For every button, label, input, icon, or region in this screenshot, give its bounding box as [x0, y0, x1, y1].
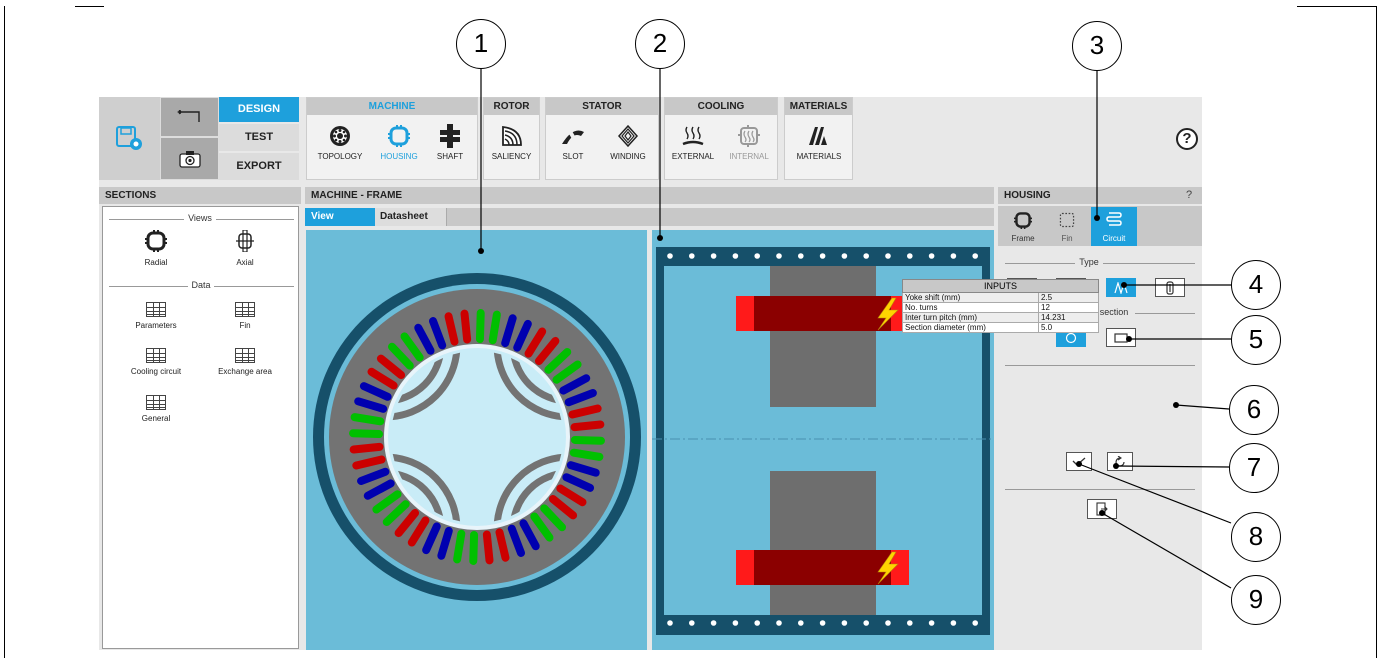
callout-6: 6 — [1229, 385, 1279, 435]
callout-1: 1 — [456, 19, 506, 69]
callout-3: 3 — [1072, 21, 1122, 71]
callout-8: 8 — [1231, 512, 1281, 562]
figure: DESIGN TEST EXPORT MACHINE TOPOLOGY HOUS… — [0, 0, 1381, 658]
callout-7: 7 — [1229, 443, 1279, 493]
callout-2: 2 — [635, 19, 685, 69]
callout-9: 9 — [1231, 575, 1281, 625]
callout-5: 5 — [1231, 315, 1281, 365]
callout-leaders — [478, 65, 1232, 589]
callout-4: 4 — [1231, 260, 1281, 310]
